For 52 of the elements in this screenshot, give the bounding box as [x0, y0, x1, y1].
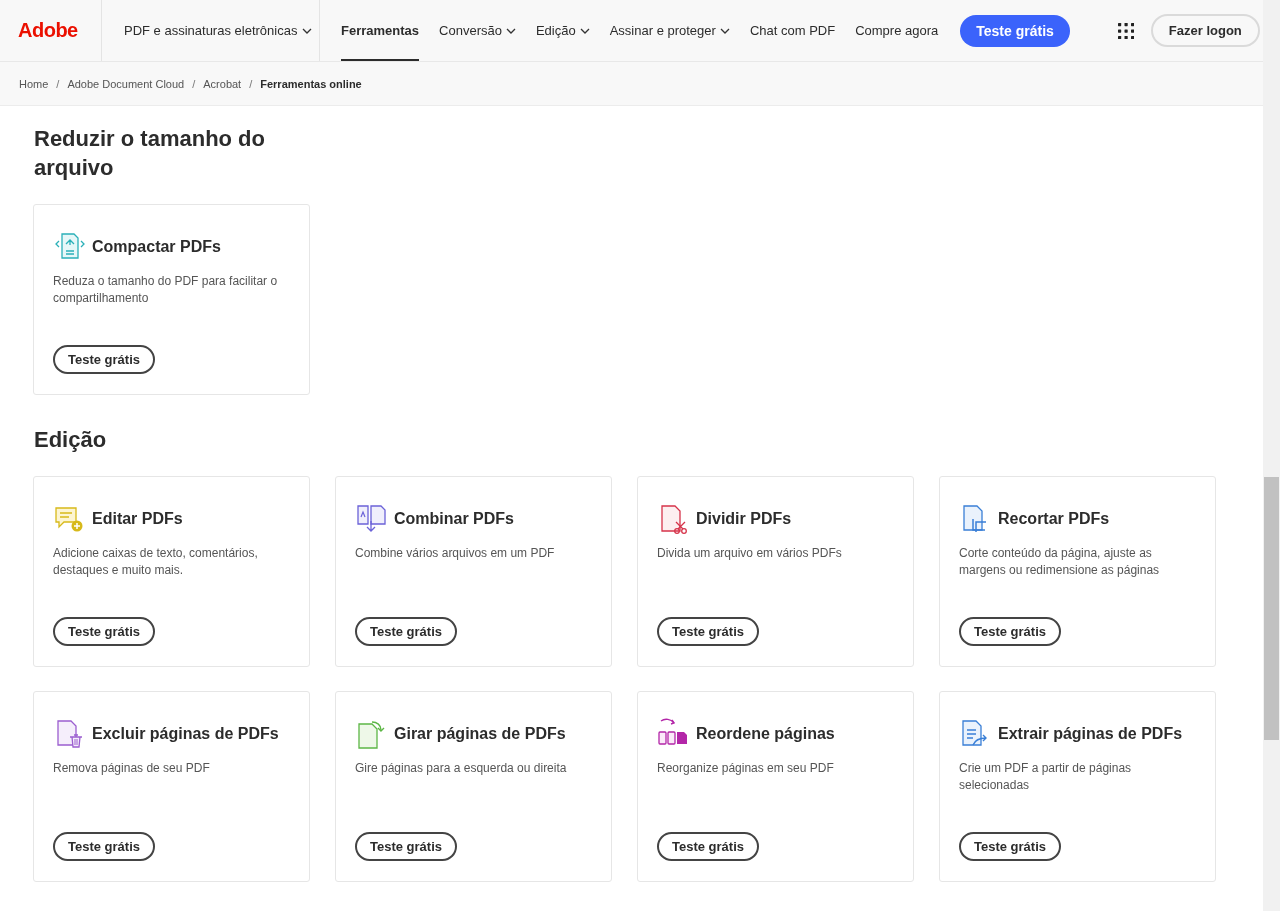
free-trial-button[interactable]: Teste grátis [355, 832, 457, 861]
free-trial-button[interactable]: Teste grátis [657, 832, 759, 861]
breadcrumb-link[interactable]: Acrobat [203, 77, 242, 90]
nav-link[interactable]: Conversão [439, 0, 516, 61]
free-trial-button[interactable]: Teste grátis [53, 832, 155, 861]
tool-description: Reorganize páginas em seu PDF [657, 760, 834, 777]
caret-icon [505, 27, 516, 34]
section-heading: Edição [34, 426, 108, 454]
apps-grid-icon[interactable] [1117, 22, 1134, 39]
tool-description: Gire páginas para a esquerda ou direita [355, 760, 567, 777]
breadcrumb-separator: / [192, 77, 196, 90]
caret-icon [719, 27, 730, 34]
tool-title: Extrair páginas de PDFs [998, 725, 1183, 743]
product-menu[interactable]: PDF e assinaturas eletrônicas [124, 23, 313, 38]
tool-title: Recortar PDFs [998, 510, 1110, 528]
tool-description: Reduza o tamanho do PDF para facilitar o compartilhamento [53, 273, 279, 307]
tool-title: Girar páginas de PDFs [394, 725, 566, 743]
tool-description: Divida um arquivo em vários PDFs [657, 545, 842, 562]
tool-title: Compactar PDFs [92, 238, 221, 256]
free-trial-button[interactable]: Teste grátis [959, 617, 1061, 646]
adobe-logo[interactable]: Adobe [18, 19, 78, 42]
tool-description: Remova páginas de seu PDF [53, 760, 210, 777]
free-trial-button[interactable]: Teste grátis [960, 14, 1070, 47]
breadcrumb-separator: / [249, 77, 253, 90]
nav-link[interactable]: Chat com PDF [749, 0, 836, 61]
free-trial-button[interactable]: Teste grátis [657, 617, 759, 646]
breadcrumb-link[interactable]: Home [19, 77, 49, 90]
nav-link[interactable]: Edição [535, 0, 590, 61]
breadcrumb-separator: / [56, 77, 60, 90]
sign-in-button[interactable]: Fazer logon [1150, 14, 1260, 47]
tool-description: Adicione caixas de texto, comentários, destaques e muito mais. [53, 545, 259, 579]
tool-title: Combinar PDFs [394, 510, 514, 528]
tool-title: Excluir páginas de PDFs [92, 725, 279, 743]
scrollbar[interactable] [1263, 0, 1280, 911]
caret-icon [302, 27, 313, 34]
nav-link[interactable]: Assinar e proteger [609, 0, 730, 61]
tool-title: Reordene páginas [696, 725, 835, 743]
section-heading: Reduzir o tamanho do arquivo [34, 125, 266, 182]
caret-icon [579, 27, 590, 34]
free-trial-button[interactable]: Teste grátis [53, 617, 155, 646]
free-trial-button[interactable]: Teste grátis [355, 617, 457, 646]
tool-description: Combine vários arquivos em um PDF [355, 545, 555, 562]
tool-title: Editar PDFs [92, 510, 183, 528]
tool-description: Corte conteúdo da página, ajuste as margens ou redimensione as páginas [959, 545, 1161, 579]
tool-description: Crie um PDF a partir de páginas selecionadas [959, 760, 1133, 794]
free-trial-button[interactable]: Teste grátis [959, 832, 1061, 861]
rotate-document-icon [355, 718, 387, 750]
nav-link[interactable]: Compre agora [855, 0, 939, 61]
tool-title: Dividir PDFs [696, 510, 792, 528]
free-trial-button[interactable]: Teste grátis [53, 345, 155, 374]
breadcrumb-current: Ferramentas online [260, 77, 362, 90]
breadcrumb-link[interactable]: Adobe Document Cloud [67, 77, 185, 90]
